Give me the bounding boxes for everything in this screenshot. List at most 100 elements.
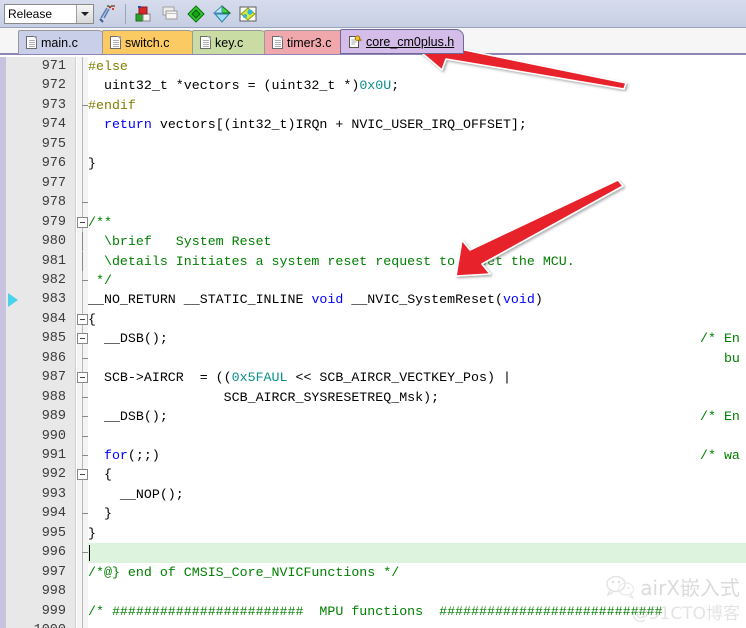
line-number: 979 [41,214,66,230]
trailing-comment: /* wa [700,448,740,463]
code-line[interactable]: /** [88,213,112,232]
code-line[interactable]: for(;;) [88,446,160,465]
code-line[interactable]: /*@} end of CMSIS_Core_NVICFunctions */ [88,563,399,582]
line-number: 985 [41,331,66,347]
code-line[interactable]: } [88,524,96,543]
code-line[interactable]: uint32_t *vectors = (uint32_t *)0x0U; [88,76,399,95]
chevron-down-icon[interactable] [76,4,93,23]
code-token: __NOP(); [88,486,184,502]
current-line-highlight [88,543,746,563]
editor-tab-main-c[interactable]: main.c [18,30,106,54]
trailing-comment: /* En [700,409,740,425]
code-editor[interactable]: 971 #else 972 uint32_t *vectors = (uint32_… [0,57,746,628]
code-token: \details Initiates a system reset reques… [88,253,575,269]
code-token: /* ######################## MPU function… [88,603,663,619]
line-number: 996 [41,545,66,561]
code-line[interactable]: \brief System Reset [88,232,272,251]
filter-icon[interactable] [210,2,234,26]
line-number: 993 [41,486,66,502]
code-line[interactable]: __DSB(); [88,407,168,426]
code-token: uint32_t *vectors = (uint32_t *) [88,78,360,94]
line-number: 974 [41,117,66,133]
fold-end-tick [82,202,88,204]
code-token: } [88,156,96,172]
environment-icon[interactable] [236,2,260,26]
code-token: { [88,311,96,327]
code-line[interactable]: SCB->AIRCR = ((0x5FAUL << SCB_AIRCR_VECT… [88,368,511,387]
line-number: 992 [41,467,66,483]
line-number: 975 [41,136,66,152]
code-token: SCB_AIRCR_SYSRESETREQ_Msk); [88,389,440,405]
text-caret [89,545,90,561]
code-line[interactable]: { [88,465,112,484]
line-number: 972 [41,78,66,94]
code-line[interactable]: #endif [88,96,136,115]
code-token: */ [88,272,112,288]
code-line[interactable]: SCB_AIRCR_SYSRESETREQ_Msk); [88,388,439,407]
line-number: 984 [41,311,66,327]
build-configuration-value: Release [8,6,53,21]
fold-collapse-box[interactable] [77,313,88,325]
toolbar: Release [0,0,746,28]
current-statement-arrow-icon [8,293,18,308]
document-icon [200,36,211,49]
code-line[interactable]: } [88,154,96,173]
code-line[interactable]: return vectors[(int32_t)IRQn + NVIC_USER… [88,115,527,134]
wechat-icon [606,575,635,599]
code-token: /** [88,214,112,230]
editor-tab-label: timer3.c [287,35,332,50]
editor-tab-core-cm0plus-h[interactable]: core_cm0plus.h [340,29,464,54]
fold-collapse-box[interactable] [77,469,88,481]
key-document-icon [348,34,362,49]
code-token: } [88,525,96,541]
editor-tab-switch-c[interactable]: switch.c [102,30,196,54]
line-number: 976 [41,156,66,172]
line-number: 989 [41,409,66,425]
watermark-line1: airX嵌入式 [640,576,740,600]
ide-window: Release main.c switch.c key.c timer3.c c… [0,0,746,628]
target-options-icon[interactable] [132,2,156,26]
code-line[interactable]: __DSB(); [88,329,168,348]
code-token: __DSB(); [88,331,168,347]
fold-end-tick [82,435,88,437]
line-number: 981 [41,253,66,269]
trailing-comment: bu [700,350,740,366]
code-token: void [311,292,344,308]
line-number: 994 [41,506,66,522]
editor-tab-label: key.c [215,35,244,50]
fold-collapse-box[interactable] [77,333,88,345]
code-token: for [103,448,128,463]
line-number: 999 [41,603,66,619]
code-line[interactable]: \details Initiates a system reset reques… [88,252,575,271]
manage-windows-icon[interactable] [158,2,182,26]
fold-collapse-box[interactable] [77,216,88,228]
code-line[interactable]: #else [88,57,128,76]
editor-tab-key-c[interactable]: key.c [192,30,268,54]
pack-installer-icon[interactable] [184,2,208,26]
editor-tab-bar: main.c switch.c key.c timer3.c core_cm0plus.… [0,28,746,55]
line-number: 998 [41,584,66,600]
fold-collapse-box[interactable] [77,372,88,384]
line-number: 988 [41,389,66,405]
code-token: 0x0U [359,78,392,94]
code-token: 0x5FAUL [231,370,288,386]
code-line[interactable]: __NOP(); [88,485,184,504]
code-line[interactable]: __NO_RETURN __STATIC_INLINE void __NVIC_… [88,290,543,309]
code-line[interactable]: */ [88,271,112,290]
code-line[interactable]: } [88,504,112,523]
code-line[interactable]: /* ######################## MPU function… [88,602,663,621]
code-token: void [502,292,535,308]
build-configuration-combo[interactable]: Release [4,3,94,24]
build-settings-icon[interactable] [95,2,119,26]
code-line[interactable]: { [88,310,96,329]
code-token: ; [391,78,400,94]
watermark-line2: @51CTO博客 [631,604,740,624]
editor-tab-label: main.c [41,35,78,50]
fold-guide-bar [82,251,83,271]
code-token: /*@} end of CMSIS_Core_NVICFunctions */ [88,564,400,580]
line-number: 982 [41,272,66,288]
watermark: airX嵌入式 @51CTO博客 [605,572,740,624]
code-token: << SCB_AIRCR_VECTKEY_Pos) | [287,370,511,386]
code-token: #else [88,59,128,74]
line-number: 987 [41,370,66,386]
